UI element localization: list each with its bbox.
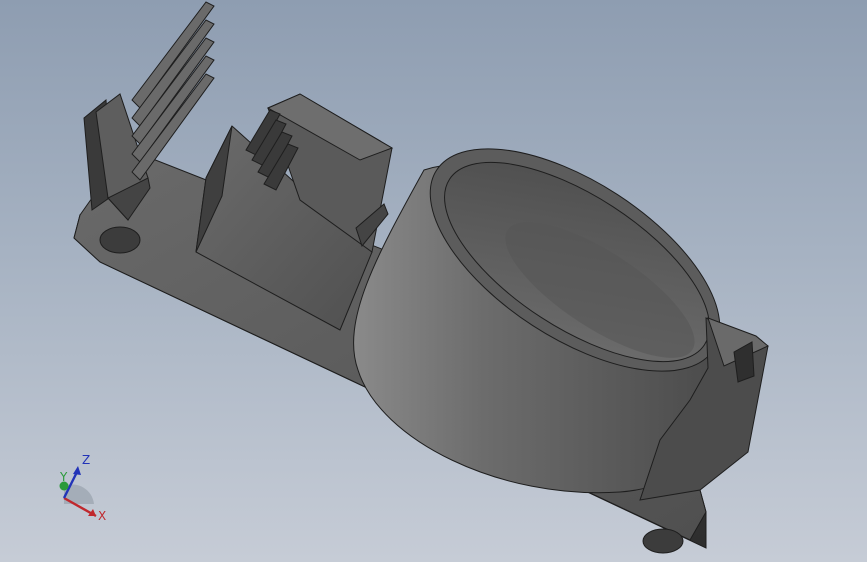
z-axis-arrow (73, 466, 81, 475)
mounting-hole-left (99, 226, 141, 254)
coordinate-triad: X Y Z (59, 453, 106, 523)
pin-header-left (131, 1, 215, 181)
3d-model-view[interactable] (0, 0, 867, 562)
graphics-viewport[interactable]: X Y Z (0, 0, 867, 562)
mounting-hole-right (642, 528, 684, 554)
z-axis-label: Z (82, 453, 90, 467)
y-axis-label: Y (59, 470, 68, 484)
x-axis-label: X (98, 509, 106, 523)
